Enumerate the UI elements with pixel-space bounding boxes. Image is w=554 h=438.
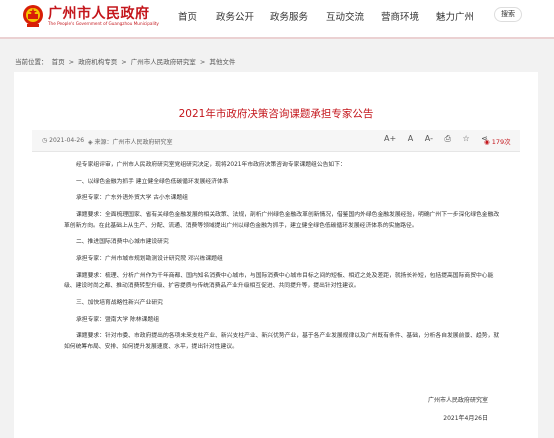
nav-interaction[interactable]: 互动交流 — [326, 9, 364, 23]
site-subtitle: The People's Government of Guangzhou Mun… — [48, 21, 159, 26]
breadcrumb-label: 当前位置： — [15, 58, 48, 66]
signature-date: 2021年4月26日 — [443, 415, 488, 422]
requirement-paragraph: 课题要求：梳理、分析广州作为千年商都、国内知名消费中心城市，与国际消费中心城市目… — [64, 272, 494, 290]
breadcrumb-other-docs[interactable]: 其他文件 — [209, 58, 235, 66]
article-panel: 2021年市政府决策咨询课题承担专家公告 ◷ 2021-04-26 ◈ 来源：广… — [14, 72, 538, 438]
article-title: 2021年市政府决策咨询课题承担专家公告 — [178, 108, 374, 120]
section-heading: 一、以绿色金融为抓手 建立健全绿色低碳循环发展经济体系 — [76, 178, 229, 185]
breadcrumb-sep: > — [199, 58, 206, 66]
view-count: ◉ 179次 — [484, 138, 511, 146]
font-decrease-button[interactable]: A- — [425, 134, 433, 143]
print-icon[interactable]: ⎙ — [445, 134, 451, 144]
search-button[interactable]: 搜索 — [494, 7, 522, 22]
nav-business[interactable]: 营商环境 — [381, 9, 419, 23]
nav-gov-service[interactable]: 政务服务 — [270, 9, 308, 23]
eye-icon: ◉ — [484, 138, 490, 146]
font-increase-button[interactable]: A+ — [384, 134, 396, 143]
section-heading: 三、加快培育战略性新兴产业研究 — [76, 300, 163, 306]
assignee-line: 承担专家：暨南大学 陈林课题组 — [76, 316, 159, 323]
article-body: 经专家组评审，广州市人民政府研究室党组研究决定，现将2021年市政府决策咨询专家… — [64, 160, 504, 359]
star-icon[interactable]: ☆ — [462, 134, 469, 143]
header-divider — [0, 37, 554, 39]
requirement-paragraph: 课题要求：全面梳理国家、省有关绿色金融发展的相关政策、法规，剖析广州绿色金融改革… — [64, 212, 500, 229]
article-meta-bar: ◷ 2021-04-26 ◈ 来源：广州市人民政府研究室 A+ A A- ⎙ ☆… — [32, 130, 520, 152]
signature: 广州市人民政府研究室 — [427, 397, 488, 404]
requirement-paragraph: 课题要求：针对市委、市政府提出的各项未来支柱产业、新兴支柱产业、新兴优势产业，基… — [64, 333, 500, 350]
assignee-line: 承担专家：广东外语外贸大学 古小东课题组 — [76, 195, 188, 202]
intro-paragraph: 经专家组评审，广州市人民政府研究室党组研究决定，现将2021年市政府决策咨询专家… — [76, 162, 346, 168]
tag-icon: ◈ — [88, 139, 93, 146]
breadcrumb-research-office[interactable]: 广州市人民政府研究室 — [131, 58, 196, 66]
assignee-line: 承担专家：广州市城市规划勘测设计研究院 邓兴栋课题组 — [76, 256, 223, 263]
breadcrumb-sep: > — [121, 58, 127, 66]
national-emblem-icon[interactable] — [22, 4, 44, 28]
article-tools: A+ A A- ⎙ ☆ ⋖ — [384, 134, 497, 144]
article-source: ◈ 来源：广州市人民政府研究室 — [88, 139, 173, 146]
nav-home[interactable]: 首页 — [178, 9, 197, 23]
section-heading: 二、推进国际消费中心城市建设研究 — [76, 239, 169, 246]
breadcrumb-sep: > — [68, 58, 75, 66]
publish-date: ◷ 2021-04-26 — [42, 137, 85, 144]
font-normal-button[interactable]: A — [408, 134, 413, 143]
breadcrumb-agencies[interactable]: 政府机构专页 — [78, 58, 117, 66]
nav-charm-gz[interactable]: 魅力广州 — [436, 9, 474, 23]
clock-icon: ◷ — [42, 137, 48, 144]
site-name[interactable]: 广州市人民政府 — [48, 3, 150, 23]
breadcrumb-home[interactable]: 首页 — [52, 58, 65, 66]
site-header: 广州市人民政府 The People's Government of Guang… — [0, 0, 554, 37]
nav-gov-info[interactable]: 政务公开 — [216, 9, 254, 23]
breadcrumb: 当前位置： 首页 > 政府机构专页 > 广州市人民政府研究室 > 其他文件 — [0, 54, 554, 70]
